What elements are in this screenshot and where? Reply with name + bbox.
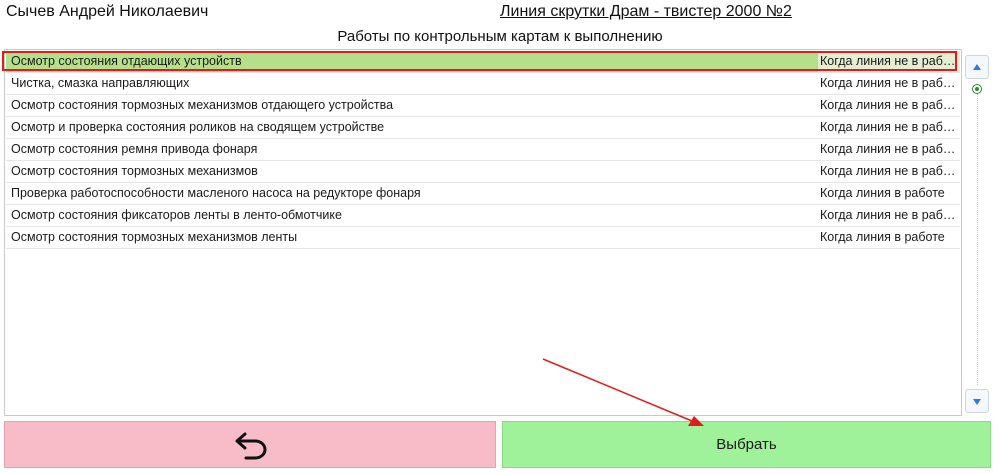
task-condition: Когда линия не в работе [820,120,960,134]
chevron-up-icon [973,64,981,70]
line-title[interactable]: Линия скрутки Драм - твистер 2000 №2 [500,3,792,21]
scroll-up-button[interactable] [965,55,989,79]
tasks-table: Осмотр состояния отдающих устройств Когд… [4,49,962,416]
vertical-scrollbar[interactable] [964,49,992,414]
task-name: Проверка работоспособности масленого нас… [11,186,421,200]
table-row[interactable]: Осмотр состояния фиксаторов ленты в лент… [6,205,960,227]
task-name: Осмотр состояния отдающих устройств [11,54,242,68]
task-condition: Когда линия не в работе [820,98,960,112]
back-button[interactable] [4,421,496,468]
task-condition: Когда линия не в работе [820,142,960,156]
chevron-down-icon [973,399,981,405]
table-row[interactable]: Осмотр и проверка состояния роликов на с… [6,117,960,139]
task-name: Осмотр состояния тормозных механизмов ле… [11,230,298,244]
task-name: Осмотр состояния тормозных механизмов от… [11,98,394,112]
select-button[interactable]: Выбрать [502,421,991,468]
task-condition: Когда линия не в работе [818,51,960,72]
table-row[interactable]: Осмотр состояния отдающих устройств Когд… [6,51,960,73]
list-title: Работы по контрольным картам к выполнени… [337,28,663,45]
task-name: Осмотр и проверка состояния роликов на с… [11,120,385,134]
task-name: Чистка, смазка направляющих [11,76,190,90]
task-condition: Когда линия в работе [820,230,945,244]
scroll-track[interactable] [977,85,979,385]
table-row[interactable]: Осмотр состояния ремня привода фонаря Ко… [6,139,960,161]
table-row[interactable]: Проверка работоспособности масленого нас… [6,183,960,205]
task-name: Осмотр состояния ремня привода фонаря [11,142,258,156]
table-row[interactable]: Осмотр состояния тормозных механизмов ле… [6,227,960,249]
scroll-down-button[interactable] [965,389,989,413]
table-row[interactable]: Чистка, смазка направляющих Когда линия … [6,73,960,95]
user-name: Сычев Андрей Николаевич [6,3,209,20]
task-condition: Когда линия не в работе [820,164,960,178]
task-condition: Когда линия в работе [820,186,945,200]
table-row[interactable]: Осмотр состояния тормозных механизмов Ко… [6,161,960,183]
undo-arrow-icon [235,432,267,460]
table-row[interactable]: Осмотр состояния тормозных механизмов от… [6,95,960,117]
task-condition: Когда линия не в работе [820,208,960,222]
task-name: Осмотр состояния фиксаторов ленты в лент… [11,208,342,222]
scroll-thumb[interactable] [972,84,982,94]
task-condition: Когда линия не в работе [820,76,960,90]
task-name: Осмотр состояния тормозных механизмов [11,164,258,178]
